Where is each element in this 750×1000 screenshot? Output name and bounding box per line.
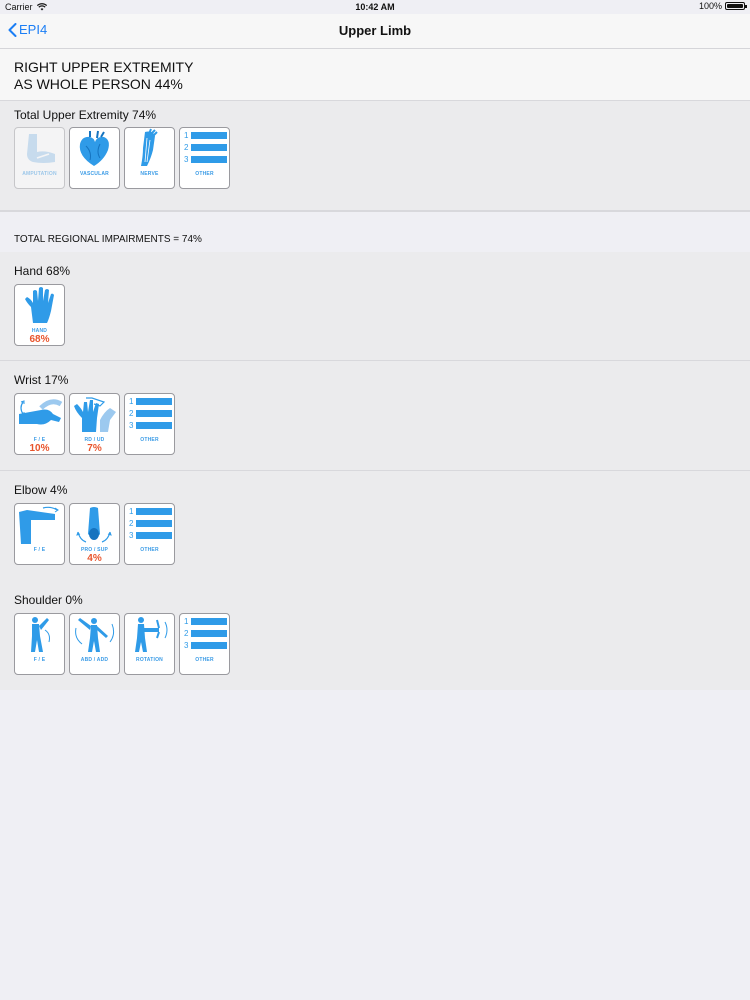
hand-icon [25,287,54,323]
wrist-other-caption: OTHER [140,437,159,443]
total-title: Total Upper Extremity 74% [14,108,157,122]
regional-impairments-row: TOTAL REGIONAL IMPAIRMENTS = 74% [0,211,750,253]
wrist-section: Wrist 17% F / E 10% RD / UD 7% 1 2 3 OTH… [0,361,750,471]
shoulder-flexion-tile[interactable]: F / E [14,613,65,675]
nerve-arm-icon [141,128,158,166]
amputation-tile[interactable]: AMPUTATION [14,127,65,189]
wrist-flex-icon [19,399,63,425]
list-number-1: 1 [184,131,189,140]
elbow-section: Elbow 4% F / E PRO / SUP 4% 1 2 3 OTHER [0,471,750,580]
battery-indicator: 100% [698,1,747,11]
vascular-tile[interactable]: VASCULAR [69,127,120,189]
numbered-list-icon: 1 2 3 [129,397,172,430]
hand-value: 68% [29,334,50,345]
list-number-3: 3 [129,421,134,430]
list-number-3: 3 [184,641,189,650]
forearm-rotation-icon [76,507,112,543]
list-number-3: 3 [184,155,189,164]
wrist-title: Wrist 17% [14,373,69,387]
status-bar: Carrier 10:42 AM 100% [0,0,750,14]
list-number-1: 1 [129,507,134,516]
list-number-2: 2 [129,519,134,528]
hand-title: Hand 68% [14,264,71,278]
list-number-1: 1 [184,617,189,626]
total-upper-extremity-section: Total Upper Extremity 74% AMPUTATION VAS… [0,101,750,211]
list-number-2: 2 [184,143,189,152]
nerve-tile[interactable]: NERVE [124,127,175,189]
clock: 10:42 AM [355,2,395,12]
summary-header: RIGHT UPPER EXTREMITY AS WHOLE PERSON 44… [0,49,750,101]
hand-section: Hand 68% HAND 68% [0,252,750,361]
elbow-title: Elbow 4% [14,483,68,497]
shoulder-flex-icon [31,617,50,652]
total-other-caption: OTHER [195,171,214,177]
page-title: Upper Limb [338,23,412,38]
numbered-list-icon: 1 2 3 [184,617,227,650]
elbow-flexion-caption: F / E [33,547,46,553]
amputation-caption: AMPUTATION [22,171,57,177]
wrist-other-tile[interactable]: 1 2 3 OTHER [124,393,175,455]
vascular-caption: VASCULAR [79,171,109,177]
numbered-list-icon: 1 2 3 [184,131,227,164]
shoulder-tiles: F / E ABD / ADD ROTATION 1 2 3 OTHER [14,613,230,675]
wrist-deviation-tile[interactable]: RD / UD 7% [69,393,120,455]
regional-impairments-label: TOTAL REGIONAL IMPAIRMENTS = 74% [14,234,202,245]
header-line-2: AS WHOLE PERSON 44% [14,76,183,92]
elbow-flex-icon [19,506,59,544]
shoulder-abduction-caption: ABD / ADD [80,657,109,663]
forearm-rotation-value: 4% [87,553,102,564]
shoulder-rotation-caption: ROTATION [136,657,163,663]
amputation-icon [27,134,55,163]
wrist-deviation-value: 7% [87,443,102,454]
list-number-1: 1 [129,397,134,406]
numbered-list-icon: 1 2 3 [129,507,172,540]
header-line-1: RIGHT UPPER EXTREMITY [14,59,194,75]
navigation-bar: EPI4 Upper Limb [0,14,750,49]
total-other-tile[interactable]: 1 2 3 OTHER [179,127,230,189]
hand-tile[interactable]: HAND 68% [14,284,65,346]
wrist-deviation-icon [74,397,116,432]
shoulder-other-tile[interactable]: 1 2 3 OTHER [179,613,230,675]
shoulder-rotation-icon [135,617,168,652]
nerve-caption: NERVE [140,171,159,177]
shoulder-title: Shoulder 0% [14,593,83,607]
elbow-flexion-tile[interactable]: F / E [14,503,65,565]
list-number-3: 3 [129,531,134,540]
list-number-2: 2 [129,409,134,418]
elbow-tiles: F / E PRO / SUP 4% 1 2 3 OTHER [14,503,175,565]
battery-icon [725,2,747,10]
list-number-2: 2 [184,629,189,638]
wrist-tiles: F / E 10% RD / UD 7% 1 2 3 OTHER [14,393,175,455]
hand-tiles: HAND 68% [14,284,65,346]
empty-background [0,690,750,1000]
wrist-flexion-tile[interactable]: F / E 10% [14,393,65,455]
shoulder-abduction-icon [75,618,115,652]
forearm-rotation-tile[interactable]: PRO / SUP 4% [69,503,120,565]
shoulder-section: Shoulder 0% F / E ABD / ADD ROTATION 1 2… [0,580,750,690]
wrist-flexion-value: 10% [29,443,50,454]
heart-icon [79,130,109,166]
elbow-other-caption: OTHER [140,547,159,553]
shoulder-abduction-tile[interactable]: ABD / ADD [69,613,120,675]
elbow-other-tile[interactable]: 1 2 3 OTHER [124,503,175,565]
shoulder-other-caption: OTHER [195,657,214,663]
shoulder-flexion-caption: F / E [33,657,46,663]
battery-percent: 100% [698,1,722,11]
shoulder-rotation-tile[interactable]: ROTATION [124,613,175,675]
total-tiles: AMPUTATION VASCULAR NERVE 1 2 3 OTHER [14,127,230,189]
